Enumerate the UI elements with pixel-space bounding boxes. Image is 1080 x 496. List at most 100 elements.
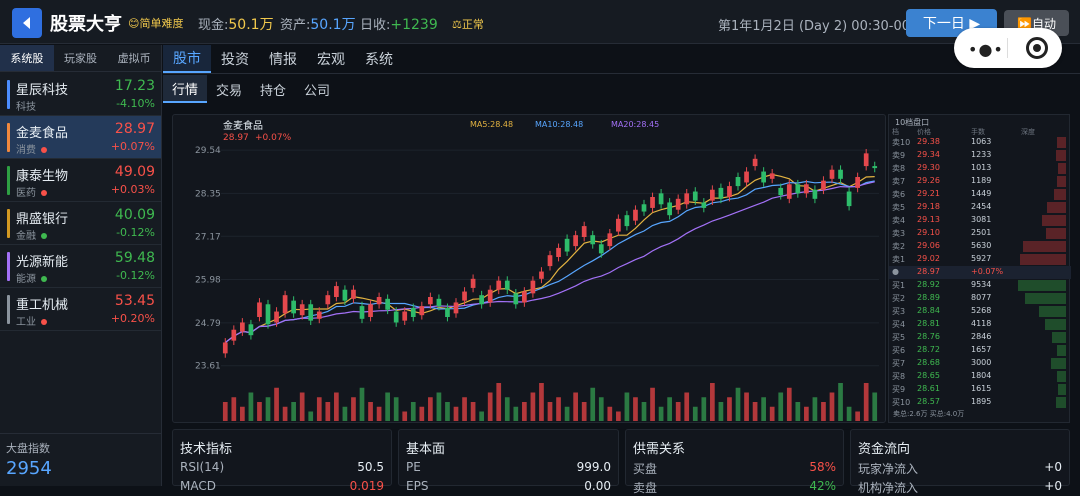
depth-bar xyxy=(1057,176,1066,187)
tab-crypto[interactable]: 虚拟币 xyxy=(107,45,161,71)
candle xyxy=(257,302,262,317)
volume-bar xyxy=(274,387,279,421)
nav-market[interactable]: 股市 xyxy=(163,45,211,73)
volume-bar xyxy=(710,383,715,421)
candle xyxy=(368,304,373,317)
sector-color-bar xyxy=(7,252,10,281)
candle xyxy=(445,307,450,317)
depth-bar xyxy=(1045,319,1066,330)
nav-system[interactable]: 系统 xyxy=(355,45,403,73)
volume-bar xyxy=(812,397,818,421)
depth-bar xyxy=(1054,189,1066,200)
candle xyxy=(539,271,544,279)
ob-ask-row[interactable]: 卖6 29.21 1449 xyxy=(889,188,1071,201)
candle xyxy=(453,302,459,314)
volume-bar xyxy=(556,397,561,421)
app-title: 股票大亨 xyxy=(50,14,122,35)
stock-item[interactable]: 康泰生物 医药 49.09 +0.03% xyxy=(0,159,161,202)
ob-ask-row[interactable]: 卖9 29.34 1233 xyxy=(889,149,1071,162)
stock-price: 59.48 xyxy=(114,250,155,266)
trend-dot-icon xyxy=(41,233,47,239)
tab-player-stocks[interactable]: 玩家股 xyxy=(54,45,108,71)
trend-dot-icon xyxy=(41,319,47,325)
supply-demand-panel: 供需关系 买盘 58% 卖盘 42% xyxy=(625,429,844,495)
subnav-company[interactable]: 公司 xyxy=(295,75,339,103)
candle xyxy=(513,293,519,305)
depth-bar xyxy=(1039,306,1066,317)
ob-ask-row[interactable]: 卖1 29.02 5927 xyxy=(889,253,1071,266)
nav-invest[interactable]: 投资 xyxy=(211,45,259,73)
candle xyxy=(821,180,826,190)
candle xyxy=(496,280,502,290)
ob-bid-row[interactable]: 买5 28.76 2846 xyxy=(889,331,1071,344)
y-tick-label: 28.35 xyxy=(195,189,221,199)
ob-bid-row[interactable]: 买7 28.68 3000 xyxy=(889,357,1071,370)
volume-bar xyxy=(573,392,578,421)
ob-ask-row[interactable]: 卖2 29.06 5630 xyxy=(889,240,1071,253)
subnav-holdings[interactable]: 持仓 xyxy=(251,75,295,103)
candle xyxy=(248,324,254,336)
ob-bid-row[interactable]: 买10 28.57 1895 xyxy=(889,396,1071,409)
volume-bar xyxy=(539,383,544,421)
volume-bar xyxy=(342,406,348,421)
candle xyxy=(385,298,390,310)
candle xyxy=(436,298,442,307)
ob-ask-row[interactable]: 卖4 29.13 3081 xyxy=(889,214,1071,227)
ob-bid-row[interactable]: 买4 28.81 4118 xyxy=(889,318,1071,331)
volume-bar xyxy=(675,402,681,421)
stock-item[interactable]: 星辰科技 科技 17.23 -4.10% xyxy=(0,73,161,116)
sector-color-bar xyxy=(7,209,10,238)
volume-bar xyxy=(855,411,860,421)
ma-legend-label: MA20:28.45 xyxy=(611,120,659,129)
stock-item[interactable]: 光源新能 能源 59.48 -0.12% xyxy=(0,245,161,288)
stock-sector: 能源 xyxy=(16,270,47,285)
ob-bid-row[interactable]: 买8 28.65 1804 xyxy=(889,370,1071,383)
ob-ask-row[interactable]: 卖7 29.26 1189 xyxy=(889,175,1071,188)
tab-system-stocks[interactable]: 系统股 xyxy=(0,45,54,71)
subnav-trade[interactable]: 交易 xyxy=(207,75,251,103)
nav-intel[interactable]: 情报 xyxy=(259,45,307,73)
candle xyxy=(735,177,741,187)
ob-bid-row[interactable]: 买2 28.89 8077 xyxy=(889,292,1071,305)
subnav-quotes[interactable]: 行情 xyxy=(163,75,208,103)
candle xyxy=(701,202,707,208)
volume-bar xyxy=(598,397,604,421)
volume-bar xyxy=(222,402,228,421)
candle xyxy=(667,202,672,216)
stock-price: 17.23 xyxy=(114,78,155,94)
candle xyxy=(863,153,869,167)
fund-flow-panel: 资金流向 玩家净流入 +0 机构净流入 +0 xyxy=(850,429,1070,495)
volume-bar xyxy=(547,402,553,421)
depth-bar xyxy=(1023,241,1066,252)
stock-name: 星辰科技 xyxy=(16,83,69,98)
stock-item[interactable]: 金麦食品 消费 28.97 +0.07% xyxy=(0,116,161,159)
candle xyxy=(547,255,553,267)
ob-ask-row[interactable]: 卖8 29.30 1013 xyxy=(889,162,1071,175)
market-status: ⚖正常 xyxy=(452,18,484,31)
stock-change: -0.12% xyxy=(116,226,155,239)
supply-title: 供需关系 xyxy=(633,442,686,457)
candle xyxy=(633,209,638,221)
ob-bid-row[interactable]: 买3 28.84 5268 xyxy=(889,305,1071,318)
ob-bid-row[interactable]: 买9 28.61 1615 xyxy=(889,383,1071,396)
candlestick-chart[interactable]: 29.54 28.35 27.17 25.98 24.79 23.61 金麦食品28.97 +… xyxy=(173,115,887,424)
ob-bid-row[interactable]: 买1 28.92 9534 xyxy=(889,279,1071,292)
stock-item[interactable]: 重工机械 工业 53.45 +0.20% xyxy=(0,288,161,331)
candle xyxy=(744,171,749,183)
ob-ask-row[interactable]: 卖10 29.38 1063 xyxy=(889,136,1071,149)
difficulty-badge: 😊简单难度 xyxy=(128,17,184,30)
back-button[interactable] xyxy=(12,8,42,38)
volume-bar xyxy=(470,402,476,421)
depth-bar xyxy=(1058,384,1066,395)
volume-bar xyxy=(590,387,596,421)
stock-name: 金麦食品 xyxy=(16,126,69,141)
market-index-label: 大盘指数 xyxy=(6,442,50,455)
volume-bar xyxy=(299,392,305,421)
stock-item[interactable]: 鼎盛银行 金融 40.09 -0.12% xyxy=(0,202,161,245)
ob-ask-row[interactable]: 卖5 29.18 2454 xyxy=(889,201,1071,214)
ob-current-price-row[interactable]: ● 28.97 +0.07% xyxy=(889,266,1071,279)
ob-ask-row[interactable]: 卖3 29.10 2501 xyxy=(889,227,1071,240)
nav-macro[interactable]: 宏观 xyxy=(307,45,355,73)
ob-bid-row[interactable]: 买6 28.72 1657 xyxy=(889,344,1071,357)
sub-nav: 行情 交易 持仓 公司 xyxy=(163,75,1080,103)
